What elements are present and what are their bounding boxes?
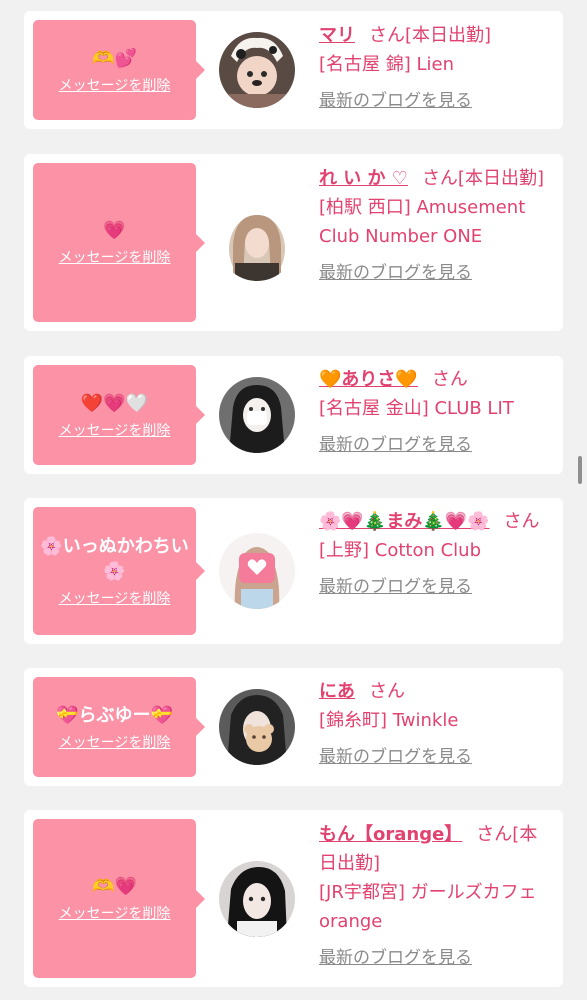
message-card: 🫶💕 メッセージを削除 マリ さん[本日出勤] [名古屋 錦] Lien 最新のブ… [24, 11, 563, 129]
message-text: ❤️💗🤍 [80, 392, 149, 414]
girl-name-link[interactable]: 🌸💗🎄まみ🎄💗🌸 [319, 511, 489, 532]
card-info: 🧡ありさ🧡 さん [名古屋 金山] CLUB LIT 最新のブログを見る [319, 365, 555, 460]
message-text: 🫶💕 [92, 47, 137, 69]
card-info: にあ さん [錦糸町] Twinkle 最新のブログを見る [319, 677, 555, 772]
message-text: 💝らぶゆー💝 [56, 704, 173, 726]
delete-message-link[interactable]: メッセージを削除 [59, 588, 171, 608]
name-suffix: さん [503, 511, 540, 532]
avatar[interactable] [219, 377, 295, 453]
latest-blog-link[interactable]: 最新のブログを見る [319, 259, 555, 288]
shop-name: [上野] Cotton Club [319, 540, 482, 561]
girl-name-link[interactable]: にあ [319, 681, 355, 702]
message-card: 🌸いっぬかわちい🌸 メッセージを削除 🌸💗🎄まみ🎄💗🌸 さん [上野] Cotto… [24, 498, 563, 644]
message-bubble: 🌸いっぬかわちい🌸 メッセージを削除 [33, 507, 205, 635]
scrollbar[interactable] [578, 456, 582, 484]
avatar[interactable] [219, 861, 295, 937]
shop-name: [錦糸町] Twinkle [319, 710, 459, 731]
avatar[interactable] [219, 205, 295, 281]
girl-name-link[interactable]: マリ [319, 25, 355, 46]
girl-name-link[interactable]: もん【orange】 [319, 824, 462, 845]
avatar[interactable] [219, 32, 295, 108]
avatar[interactable] [219, 533, 295, 609]
message-bubble: 💝らぶゆー💝 メッセージを削除 [33, 677, 205, 777]
card-info: 🌸💗🎄まみ🎄💗🌸 さん [上野] Cotton Club 最新のブログを見る [319, 507, 555, 602]
card-info: もん【orange】 さん[本日出勤] [JR宇都宮] ガールズカフェ orang… [319, 820, 555, 973]
delete-message-link[interactable]: メッセージを削除 [59, 247, 171, 267]
message-bubble: 🫶💕 メッセージを削除 [33, 20, 205, 120]
message-bubble: 🫶💗 メッセージを削除 [33, 819, 205, 978]
shop-name: [名古屋 金山] CLUB LIT [319, 398, 514, 419]
latest-blog-link[interactable]: 最新のブログを見る [319, 87, 555, 116]
shop-name: [柏駅 西口] Amusement Club Number ONE [319, 197, 526, 247]
card-info: マリ さん[本日出勤] [名古屋 錦] Lien 最新のブログを見る [319, 21, 555, 116]
latest-blog-link[interactable]: 最新のブログを見る [319, 743, 555, 772]
message-text: 🌸いっぬかわちい🌸 [40, 536, 189, 582]
message-text: 💗 [103, 220, 126, 241]
message-text: 🫶💗 [92, 876, 137, 897]
message-bubble: 💗 メッセージを削除 [33, 163, 205, 322]
name-suffix: さん [369, 681, 405, 702]
message-card: ❤️💗🤍 メッセージを削除 🧡ありさ🧡 さん [名古屋 金山] CLUB LIT … [24, 356, 563, 474]
name-suffix: さん[本日出勤] [421, 168, 544, 189]
latest-blog-link[interactable]: 最新のブログを見る [319, 573, 555, 602]
message-bubble: ❤️💗🤍 メッセージを削除 [33, 365, 205, 465]
message-card: 🫶💗 メッセージを削除 もん【orange】 さん[本日出勤] [JR宇都宮] ガ… [24, 810, 563, 987]
card-info: れ い か ♡ さん[本日出勤] [柏駅 西口] Amusement Club N… [319, 164, 555, 288]
avatar[interactable] [219, 689, 295, 765]
delete-message-link[interactable]: メッセージを削除 [59, 420, 171, 440]
latest-blog-link[interactable]: 最新のブログを見る [319, 944, 555, 973]
shop-name: [JR宇都宮] ガールズカフェ orange [319, 882, 537, 932]
delete-message-link[interactable]: メッセージを削除 [59, 903, 171, 923]
latest-blog-link[interactable]: 最新のブログを見る [319, 431, 555, 460]
delete-message-link[interactable]: メッセージを削除 [59, 732, 171, 752]
shop-name: [名古屋 錦] Lien [319, 54, 454, 75]
delete-message-link[interactable]: メッセージを削除 [59, 75, 171, 95]
name-suffix: さん [431, 369, 468, 390]
message-card: 💝らぶゆー💝 メッセージを削除 にあ さん [錦糸町] Twinkle 最新のブロ… [24, 668, 563, 786]
name-suffix: さん[本日出勤] [369, 25, 492, 46]
message-card: 💗 メッセージを削除 れ い か ♡ さん[本日出勤] [柏駅 西口] Amuse… [24, 154, 563, 331]
girl-name-link[interactable]: 🧡ありさ🧡 [319, 369, 418, 390]
girl-name-link[interactable]: れ い か ♡ [319, 168, 408, 189]
